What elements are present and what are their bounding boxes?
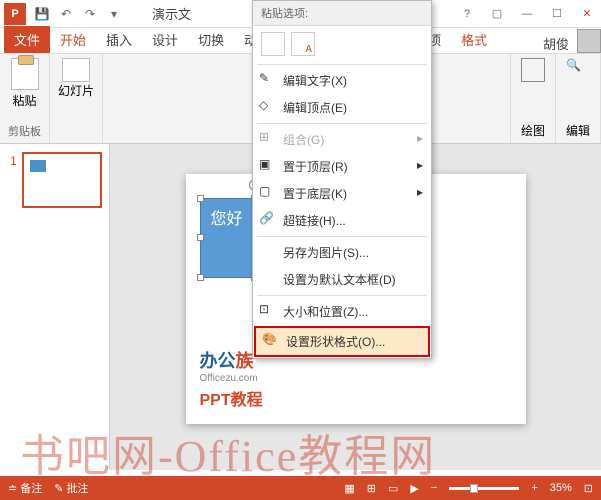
undo-icon[interactable]: ↶ <box>58 6 74 22</box>
new-slide-button[interactable]: 幻灯片 <box>58 58 94 99</box>
help-icon[interactable]: ? <box>453 4 481 24</box>
tab-format[interactable]: 格式 <box>451 26 497 53</box>
ctx-bring-front[interactable]: ▣置于顶层(R)▸ <box>253 153 431 180</box>
watermark: 书吧网-Office教程网 <box>20 420 436 484</box>
edit-points-icon: ◇ <box>259 98 275 114</box>
group-icon: ⊞ <box>259 130 275 146</box>
zoom-in-button[interactable]: + <box>531 482 537 494</box>
slide-label: 幻灯片 <box>58 82 94 99</box>
paste-opt-2[interactable]: A <box>291 32 315 56</box>
find-icon[interactable]: 🔍 <box>566 58 590 82</box>
format-shape-icon: 🎨 <box>262 332 278 348</box>
paste-icon <box>11 58 39 90</box>
tab-insert[interactable]: 插入 <box>96 26 142 53</box>
avatar[interactable] <box>577 29 601 53</box>
fit-button[interactable]: ⊡ <box>584 482 593 495</box>
ctx-edit-text[interactable]: ✎编辑文字(X) <box>253 67 431 94</box>
redo-icon[interactable]: ↷ <box>82 6 98 22</box>
close-icon[interactable]: ✕ <box>573 4 601 24</box>
save-icon[interactable]: 💾 <box>34 6 50 22</box>
resize-handle[interactable] <box>197 274 204 281</box>
edit-text-icon: ✎ <box>259 71 275 87</box>
tab-file[interactable]: 文件 <box>4 26 50 53</box>
edit-label: 编辑 <box>566 122 590 139</box>
bring-front-icon: ▣ <box>259 157 275 173</box>
slide-icon <box>62 58 90 82</box>
paste-button[interactable]: 粘贴 <box>11 58 39 109</box>
paste-label: 粘贴 <box>12 92 36 109</box>
resize-handle[interactable] <box>197 234 204 241</box>
tab-design[interactable]: 设计 <box>142 26 188 53</box>
zoom-level[interactable]: 35% <box>550 482 572 494</box>
username[interactable]: 胡俊 <box>543 34 573 53</box>
thumb-number: 1 <box>10 154 17 168</box>
thumb-shape-icon <box>30 160 46 172</box>
ctx-save-pic[interactable]: 另存为图片(S)... <box>253 239 431 266</box>
clipboard-group-label: 剪贴板 <box>8 123 41 139</box>
resize-handle[interactable] <box>197 195 204 202</box>
send-back-icon: ▢ <box>259 184 275 200</box>
qat-more-icon[interactable]: ▾ <box>106 6 122 22</box>
shapes-icon[interactable] <box>521 58 545 82</box>
ctx-send-back[interactable]: ▢置于底层(K)▸ <box>253 180 431 207</box>
ctx-group: ⊞组合(G)▸ <box>253 126 431 153</box>
ribbon-opts-icon[interactable]: ▢ <box>483 4 511 24</box>
maximize-icon[interactable]: ☐ <box>543 4 571 24</box>
paste-opt-1[interactable] <box>261 32 285 56</box>
ctx-size-pos[interactable]: ⊡大小和位置(Z)... <box>253 298 431 325</box>
hyperlink-icon: 🔗 <box>259 211 275 227</box>
tab-home[interactable]: 开始 <box>50 26 96 53</box>
ctx-default-text[interactable]: 设置为默认文本框(D) <box>253 266 431 293</box>
draw-label: 绘图 <box>521 122 545 139</box>
thumb-1[interactable]: 1 <box>22 152 102 208</box>
context-menu: 粘贴选项: A ✎编辑文字(X) ◇编辑顶点(E) ⊞组合(G)▸ ▣置于顶层(… <box>252 0 432 359</box>
tab-transition[interactable]: 切换 <box>188 26 234 53</box>
size-icon: ⊡ <box>259 302 275 318</box>
ctx-paste-header: 粘贴选项: <box>253 1 431 26</box>
window-title: 演示文 <box>152 4 191 23</box>
zoom-slider[interactable] <box>449 487 519 490</box>
app-icon: P <box>4 3 26 25</box>
ctx-hyperlink[interactable]: 🔗超链接(H)... <box>253 207 431 234</box>
minimize-icon[interactable]: — <box>513 4 541 24</box>
ctx-format-shape[interactable]: 🎨设置形状格式(O)... <box>256 328 428 355</box>
ctx-edit-points[interactable]: ◇编辑顶点(E) <box>253 94 431 121</box>
